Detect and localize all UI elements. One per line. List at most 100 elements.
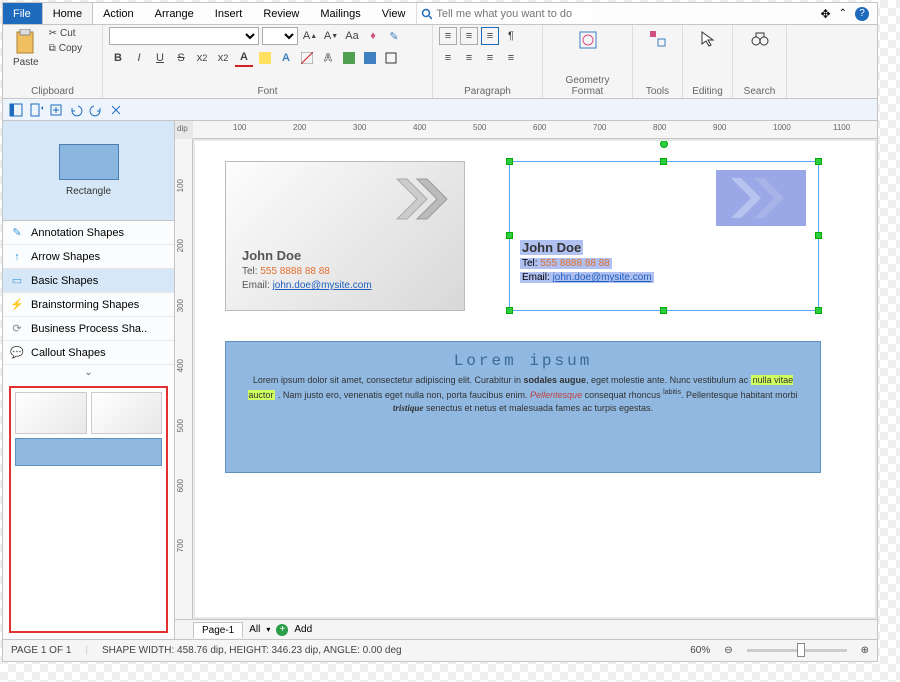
- copy-button[interactable]: ⧉Copy: [47, 42, 85, 55]
- font-color-button[interactable]: A: [235, 49, 253, 67]
- underline-button[interactable]: U: [151, 49, 169, 67]
- shape-category-1[interactable]: ↑Arrow Shapes: [3, 245, 174, 269]
- resize-handle-bm[interactable]: [660, 307, 667, 314]
- align-center-button[interactable]: ≡: [460, 49, 478, 67]
- shape-style-button[interactable]: [361, 49, 379, 67]
- resize-handle-mr[interactable]: [815, 232, 822, 239]
- strike-button[interactable]: S: [172, 49, 190, 67]
- geometry-format-button[interactable]: [573, 27, 603, 53]
- delete-icon[interactable]: [107, 101, 125, 119]
- no-fill-button[interactable]: [298, 49, 316, 67]
- justify-button[interactable]: ≡: [502, 49, 520, 67]
- tab-arrange[interactable]: Arrange: [145, 3, 205, 24]
- tab-insert[interactable]: Insert: [205, 3, 254, 24]
- card2-email[interactable]: Email: john.doe@mysite.com: [520, 272, 654, 283]
- resize-handle-tl[interactable]: [506, 158, 513, 165]
- ruler-horizontal: dip 10020030040050060070080090010001100: [193, 121, 877, 139]
- card2-name[interactable]: John Doe: [520, 240, 583, 255]
- shape-category-2[interactable]: ▭Basic Shapes: [3, 269, 174, 293]
- font-size-combo[interactable]: [262, 27, 298, 45]
- card2-tel[interactable]: Tel: 555 8888 88 88: [520, 258, 612, 269]
- resize-handle-bl[interactable]: [506, 307, 513, 314]
- align-top-button[interactable]: ≡: [439, 27, 457, 45]
- resize-handle-br[interactable]: [815, 307, 822, 314]
- category-label: Callout Shapes: [31, 347, 106, 359]
- export-icon[interactable]: [47, 101, 65, 119]
- category-icon: ↑: [9, 249, 25, 265]
- align-left-button[interactable]: ≡: [439, 49, 457, 67]
- search-button[interactable]: [746, 27, 774, 51]
- tab-file[interactable]: File: [3, 3, 42, 24]
- shape-categories: ✎Annotation Shapes↑Arrow Shapes▭Basic Sh…: [3, 221, 174, 365]
- resize-handle-tm[interactable]: [660, 158, 667, 165]
- shapes-panel: Rectangle ✎Annotation Shapes↑Arrow Shape…: [3, 121, 175, 639]
- page-thumbnails[interactable]: [9, 386, 168, 633]
- selected-group[interactable]: John Doe Tel: 555 8888 88 88 Email: john…: [509, 161, 819, 311]
- align-bottom-button[interactable]: ≡: [481, 27, 499, 45]
- tools-button[interactable]: [644, 27, 672, 51]
- tab-mailings[interactable]: Mailings: [310, 3, 371, 24]
- expand-icon[interactable]: ⌄: [3, 365, 174, 380]
- subscript-button[interactable]: x2: [193, 49, 211, 67]
- superscript-button[interactable]: x2: [214, 49, 232, 67]
- resize-handle-ml[interactable]: [506, 232, 513, 239]
- paste-button[interactable]: Paste: [9, 27, 43, 70]
- add-page-icon[interactable]: +: [276, 624, 288, 636]
- text-effects-button[interactable]: A: [277, 49, 295, 67]
- shape-category-4[interactable]: ⟳Business Process Sha..: [3, 317, 174, 341]
- help-icon[interactable]: ?: [855, 7, 869, 21]
- selected-shape-box[interactable]: [716, 170, 806, 226]
- business-card-left[interactable]: John Doe Tel: 555 8888 88 88 Email: john…: [225, 161, 465, 311]
- shape-category-0[interactable]: ✎Annotation Shapes: [3, 221, 174, 245]
- grow-font-button[interactable]: A▲: [301, 27, 319, 45]
- add-page-label[interactable]: Add: [294, 624, 312, 635]
- page-tabs: Page-1 All ▾ + Add: [175, 619, 877, 639]
- page-tab-all[interactable]: All: [249, 624, 260, 635]
- tab-home[interactable]: Home: [42, 3, 93, 24]
- tab-action[interactable]: Action: [93, 3, 145, 24]
- rotate-handle[interactable]: [660, 141, 668, 148]
- font-family-combo[interactable]: [109, 27, 259, 45]
- move-icon[interactable]: ✥: [821, 7, 831, 21]
- zoom-in-icon[interactable]: ⊕: [861, 645, 869, 656]
- editing-button[interactable]: [694, 27, 722, 51]
- highlight-button[interactable]: [256, 49, 274, 67]
- cut-button[interactable]: ✂Cut: [47, 27, 85, 40]
- bold-button[interactable]: B: [109, 49, 127, 67]
- panel-toggle-icon[interactable]: [7, 101, 25, 119]
- geometry-icon: [577, 29, 599, 51]
- zoom-slider[interactable]: [747, 649, 847, 652]
- status-zoom: 60%: [690, 645, 710, 656]
- group-tools-label: Tools: [639, 86, 676, 98]
- border-button[interactable]: [382, 49, 400, 67]
- fill-color-button[interactable]: [340, 49, 358, 67]
- align-right-button[interactable]: ≡: [481, 49, 499, 67]
- tab-view[interactable]: View: [372, 3, 417, 24]
- redo-icon[interactable]: [87, 101, 105, 119]
- zoom-out-icon[interactable]: ⊖: [724, 645, 732, 656]
- indent-button[interactable]: ¶: [502, 27, 520, 45]
- shape-category-5[interactable]: 💬Callout Shapes: [3, 341, 174, 365]
- collapse-ribbon-icon[interactable]: ⌃: [839, 8, 847, 19]
- new-page-icon[interactable]: [27, 101, 45, 119]
- card1-email: Email: john.doe@mysite.com: [242, 280, 372, 291]
- undo-icon[interactable]: [67, 101, 85, 119]
- resize-handle-tr[interactable]: [815, 158, 822, 165]
- shape-category-3[interactable]: ⚡Brainstorming Shapes: [3, 293, 174, 317]
- tell-me-box[interactable]: [416, 3, 596, 24]
- clear-format-button[interactable]: ♦: [364, 27, 382, 45]
- menu-tabs: File Home Action Arrange Insert Review M…: [3, 3, 877, 25]
- status-shape: SHAPE WIDTH: 458.76 dip, HEIGHT: 346.23 …: [102, 645, 402, 656]
- canvas[interactable]: John Doe Tel: 555 8888 88 88 Email: john…: [195, 141, 875, 617]
- tell-me-input[interactable]: [436, 8, 592, 20]
- tab-review[interactable]: Review: [253, 3, 310, 24]
- italic-button[interactable]: I: [130, 49, 148, 67]
- format-painter-button[interactable]: ✎: [385, 27, 403, 45]
- text-outline-button[interactable]: A: [319, 49, 337, 67]
- lorem-text-block[interactable]: Lorem ipsum Lorem ipsum dolor sit amet, …: [225, 341, 821, 473]
- page-tab-1[interactable]: Page-1: [193, 622, 243, 638]
- align-middle-button[interactable]: ≡: [460, 27, 478, 45]
- change-case-button[interactable]: Aa: [343, 27, 361, 45]
- tools-icon: [648, 29, 668, 49]
- shrink-font-button[interactable]: A▼: [322, 27, 340, 45]
